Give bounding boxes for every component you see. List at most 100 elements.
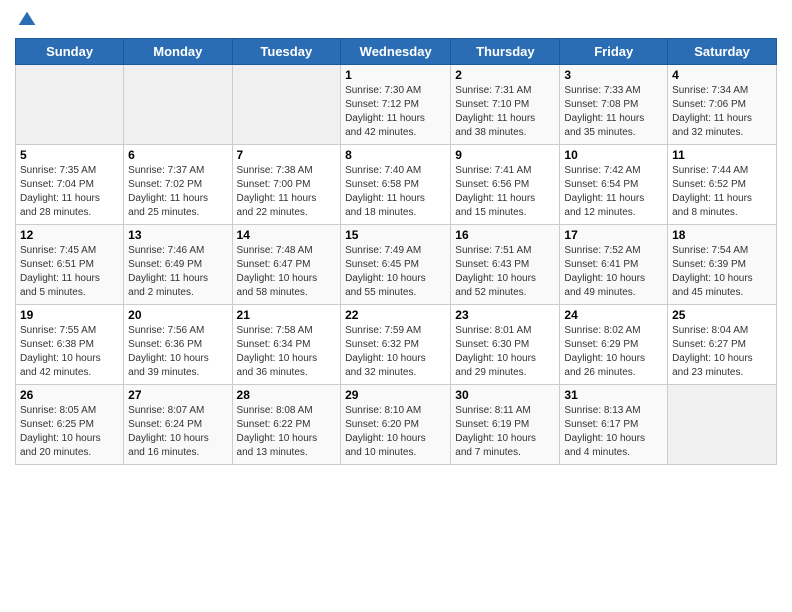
day-cell: 22 Sunrise: 7:59 AM Sunset: 6:32 PM Dayli… bbox=[341, 305, 451, 385]
weekday-header-tuesday: Tuesday bbox=[232, 39, 341, 65]
logo bbox=[15, 10, 37, 30]
day-number: 27 bbox=[128, 388, 227, 402]
day-cell: 29 Sunrise: 8:10 AM Sunset: 6:20 PM Dayli… bbox=[341, 385, 451, 465]
day-cell: 12Sunrise: 7:45 AM Sunset: 6:51 PM Dayli… bbox=[16, 225, 124, 305]
day-cell: 7Sunrise: 7:38 AM Sunset: 7:00 PM Daylig… bbox=[232, 145, 341, 225]
day-info: Sunrise: 7:51 AM Sunset: 6:43 PM Dayligh… bbox=[455, 244, 555, 300]
day-number: 23 bbox=[455, 308, 555, 322]
day-cell: 1 Sunrise: 7:30 AM Sunset: 7:12 PM Daylig… bbox=[341, 65, 451, 145]
day-number: 30 bbox=[455, 388, 555, 402]
day-cell: 31 Sunrise: 8:13 AM Sunset: 6:17 PM Dayli… bbox=[560, 385, 668, 465]
day-cell: 30 Sunrise: 8:11 AM Sunset: 6:19 PM Dayli… bbox=[451, 385, 560, 465]
day-number: 21 bbox=[237, 308, 337, 322]
day-info: Sunrise: 7:33 AM Sunset: 7:08 PM Dayligh… bbox=[564, 84, 663, 140]
day-info: Sunrise: 7:34 AM Sunset: 7:06 PM Dayligh… bbox=[672, 84, 772, 140]
weekday-header-monday: Monday bbox=[124, 39, 232, 65]
day-cell: 24Sunrise: 8:02 AM Sunset: 6:29 PM Dayli… bbox=[560, 305, 668, 385]
weekday-header-sunday: Sunday bbox=[16, 39, 124, 65]
day-cell: 5 Sunrise: 7:35 AM Sunset: 7:04 PM Daylig… bbox=[16, 145, 124, 225]
weekday-header-wednesday: Wednesday bbox=[341, 39, 451, 65]
day-number: 11 bbox=[672, 148, 772, 162]
day-cell: 8Sunrise: 7:40 AM Sunset: 6:58 PM Daylig… bbox=[341, 145, 451, 225]
day-cell bbox=[668, 385, 777, 465]
day-info: Sunrise: 7:52 AM Sunset: 6:41 PM Dayligh… bbox=[564, 244, 663, 300]
day-number: 25 bbox=[672, 308, 772, 322]
day-info: Sunrise: 7:41 AM Sunset: 6:56 PM Dayligh… bbox=[455, 164, 555, 220]
day-cell: 15 Sunrise: 7:49 AM Sunset: 6:45 PM Dayli… bbox=[341, 225, 451, 305]
day-number: 8 bbox=[345, 148, 446, 162]
weekday-row: SundayMondayTuesdayWednesdayThursdayFrid… bbox=[16, 39, 777, 65]
header bbox=[15, 10, 777, 30]
day-cell bbox=[124, 65, 232, 145]
day-cell: 28 Sunrise: 8:08 AM Sunset: 6:22 PM Dayli… bbox=[232, 385, 341, 465]
calendar-header: SundayMondayTuesdayWednesdayThursdayFrid… bbox=[16, 39, 777, 65]
weekday-header-thursday: Thursday bbox=[451, 39, 560, 65]
day-info: Sunrise: 7:31 AM Sunset: 7:10 PM Dayligh… bbox=[455, 84, 555, 140]
day-cell bbox=[232, 65, 341, 145]
day-number: 18 bbox=[672, 228, 772, 242]
day-info: Sunrise: 7:49 AM Sunset: 6:45 PM Dayligh… bbox=[345, 244, 446, 300]
logo-icon bbox=[17, 10, 37, 30]
week-row-0: 1 Sunrise: 7:30 AM Sunset: 7:12 PM Daylig… bbox=[16, 65, 777, 145]
day-cell: 9 Sunrise: 7:41 AM Sunset: 6:56 PM Daylig… bbox=[451, 145, 560, 225]
day-number: 13 bbox=[128, 228, 227, 242]
day-info: Sunrise: 7:46 AM Sunset: 6:49 PM Dayligh… bbox=[128, 244, 227, 300]
day-info: Sunrise: 8:04 AM Sunset: 6:27 PM Dayligh… bbox=[672, 324, 772, 380]
week-row-3: 19 Sunrise: 7:55 AM Sunset: 6:38 PM Dayli… bbox=[16, 305, 777, 385]
day-cell: 10Sunrise: 7:42 AM Sunset: 6:54 PM Dayli… bbox=[560, 145, 668, 225]
day-info: Sunrise: 8:08 AM Sunset: 6:22 PM Dayligh… bbox=[237, 404, 337, 460]
weekday-header-saturday: Saturday bbox=[668, 39, 777, 65]
day-cell: 17 Sunrise: 7:52 AM Sunset: 6:41 PM Dayli… bbox=[560, 225, 668, 305]
day-cell: 14Sunrise: 7:48 AM Sunset: 6:47 PM Dayli… bbox=[232, 225, 341, 305]
day-cell: 6Sunrise: 7:37 AM Sunset: 7:02 PM Daylig… bbox=[124, 145, 232, 225]
day-number: 28 bbox=[237, 388, 337, 402]
day-info: Sunrise: 8:10 AM Sunset: 6:20 PM Dayligh… bbox=[345, 404, 446, 460]
day-number: 22 bbox=[345, 308, 446, 322]
day-number: 16 bbox=[455, 228, 555, 242]
day-info: Sunrise: 7:35 AM Sunset: 7:04 PM Dayligh… bbox=[20, 164, 119, 220]
day-info: Sunrise: 7:37 AM Sunset: 7:02 PM Dayligh… bbox=[128, 164, 227, 220]
day-info: Sunrise: 7:38 AM Sunset: 7:00 PM Dayligh… bbox=[237, 164, 337, 220]
day-cell bbox=[16, 65, 124, 145]
day-number: 17 bbox=[564, 228, 663, 242]
day-info: Sunrise: 8:13 AM Sunset: 6:17 PM Dayligh… bbox=[564, 404, 663, 460]
day-number: 20 bbox=[128, 308, 227, 322]
day-cell: 27 Sunrise: 8:07 AM Sunset: 6:24 PM Dayli… bbox=[124, 385, 232, 465]
day-number: 14 bbox=[237, 228, 337, 242]
day-number: 10 bbox=[564, 148, 663, 162]
day-info: Sunrise: 7:55 AM Sunset: 6:38 PM Dayligh… bbox=[20, 324, 119, 380]
day-cell: 16 Sunrise: 7:51 AM Sunset: 6:43 PM Dayli… bbox=[451, 225, 560, 305]
day-info: Sunrise: 7:30 AM Sunset: 7:12 PM Dayligh… bbox=[345, 84, 446, 140]
day-info: Sunrise: 7:59 AM Sunset: 6:32 PM Dayligh… bbox=[345, 324, 446, 380]
day-cell: 11 Sunrise: 7:44 AM Sunset: 6:52 PM Dayli… bbox=[668, 145, 777, 225]
day-cell: 3 Sunrise: 7:33 AM Sunset: 7:08 PM Daylig… bbox=[560, 65, 668, 145]
day-number: 29 bbox=[345, 388, 446, 402]
day-info: Sunrise: 7:54 AM Sunset: 6:39 PM Dayligh… bbox=[672, 244, 772, 300]
day-cell: 4Sunrise: 7:34 AM Sunset: 7:06 PM Daylig… bbox=[668, 65, 777, 145]
day-number: 1 bbox=[345, 68, 446, 82]
day-number: 26 bbox=[20, 388, 119, 402]
week-row-2: 12Sunrise: 7:45 AM Sunset: 6:51 PM Dayli… bbox=[16, 225, 777, 305]
day-number: 19 bbox=[20, 308, 119, 322]
day-info: Sunrise: 8:07 AM Sunset: 6:24 PM Dayligh… bbox=[128, 404, 227, 460]
day-cell: 23 Sunrise: 8:01 AM Sunset: 6:30 PM Dayli… bbox=[451, 305, 560, 385]
day-info: Sunrise: 8:05 AM Sunset: 6:25 PM Dayligh… bbox=[20, 404, 119, 460]
day-info: Sunrise: 8:01 AM Sunset: 6:30 PM Dayligh… bbox=[455, 324, 555, 380]
day-cell: 13 Sunrise: 7:46 AM Sunset: 6:49 PM Dayli… bbox=[124, 225, 232, 305]
day-cell: 18 Sunrise: 7:54 AM Sunset: 6:39 PM Dayli… bbox=[668, 225, 777, 305]
day-number: 5 bbox=[20, 148, 119, 162]
day-info: Sunrise: 7:44 AM Sunset: 6:52 PM Dayligh… bbox=[672, 164, 772, 220]
day-number: 9 bbox=[455, 148, 555, 162]
day-number: 3 bbox=[564, 68, 663, 82]
day-cell: 21 Sunrise: 7:58 AM Sunset: 6:34 PM Dayli… bbox=[232, 305, 341, 385]
day-cell: 26 Sunrise: 8:05 AM Sunset: 6:25 PM Dayli… bbox=[16, 385, 124, 465]
day-info: Sunrise: 8:02 AM Sunset: 6:29 PM Dayligh… bbox=[564, 324, 663, 380]
day-cell: 25 Sunrise: 8:04 AM Sunset: 6:27 PM Dayli… bbox=[668, 305, 777, 385]
day-info: Sunrise: 7:58 AM Sunset: 6:34 PM Dayligh… bbox=[237, 324, 337, 380]
day-number: 15 bbox=[345, 228, 446, 242]
week-row-1: 5 Sunrise: 7:35 AM Sunset: 7:04 PM Daylig… bbox=[16, 145, 777, 225]
day-info: Sunrise: 8:11 AM Sunset: 6:19 PM Dayligh… bbox=[455, 404, 555, 460]
page-container: SundayMondayTuesdayWednesdayThursdayFrid… bbox=[0, 0, 792, 470]
day-number: 31 bbox=[564, 388, 663, 402]
week-row-4: 26 Sunrise: 8:05 AM Sunset: 6:25 PM Dayli… bbox=[16, 385, 777, 465]
